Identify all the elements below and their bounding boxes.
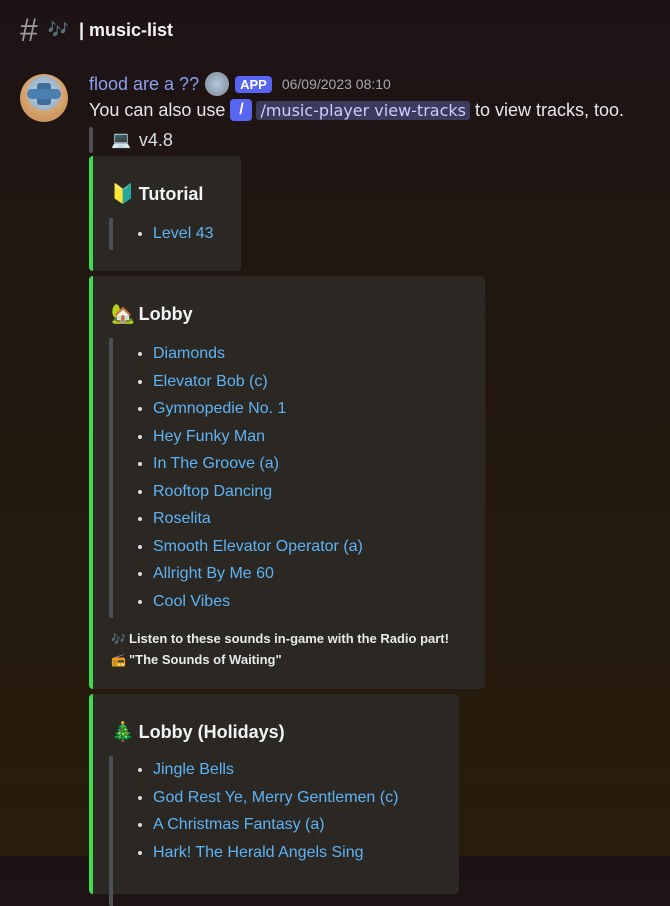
track-list: Diamonds Elevator Bob (c) Gymnopedie No.… [109, 338, 363, 618]
track-list: Jingle Bells God Rest Ye, Merry Gentleme… [109, 756, 398, 906]
track-list: Level 43 [109, 218, 214, 250]
track-link[interactable]: Roselita [153, 505, 363, 533]
embed-title-text: Lobby (Holidays) [138, 721, 285, 742]
footer-text: "The Sounds of Waiting" [129, 652, 282, 667]
embed-lobby: 🏡 Lobby Diamonds Elevator Bob (c) Gymnop… [89, 276, 485, 689]
embed-title: 🔰 Tutorial [111, 182, 203, 206]
track-link[interactable]: Smooth Elevator Operator (a) [153, 533, 363, 561]
music-notes-icon: 🎶 [47, 20, 69, 39]
version-text: v4.8 [138, 129, 173, 150]
track-link[interactable]: Jingle Bells [153, 756, 398, 784]
music-notes-icon: 🎶 [111, 632, 126, 646]
bot-avatar-icon [205, 72, 230, 96]
message-text-before: You can also use [89, 99, 226, 120]
christmas-tree-icon: 🎄 [111, 722, 135, 743]
embed-title-text: Tutorial [138, 183, 204, 204]
beginner-icon: 🔰 [111, 184, 135, 205]
laptop-icon: 💻 [111, 132, 131, 149]
hash-icon: # [20, 12, 38, 48]
track-link[interactable]: Hey Funky Man [153, 423, 363, 451]
track-link[interactable]: God Rest Ye, Merry Gentlemen (c) [153, 784, 398, 812]
embed-tutorial: 🔰 Tutorial Level 43 [89, 156, 241, 271]
message-header: flood are a ?? APP 06/09/2023 08:10 [89, 72, 391, 96]
channel-header: # 🎶 | music-list [0, 0, 670, 60]
radio-icon: 📻 [111, 653, 126, 667]
app-badge: APP [235, 75, 272, 93]
track-link[interactable]: Level 43 [153, 220, 214, 248]
username[interactable]: flood are a ?? [89, 74, 199, 95]
house-icon: 🏡 [111, 304, 135, 325]
track-link[interactable]: Gymnopedie No. 1 [153, 395, 363, 423]
embed-footer: 🎶 Listen to these sounds in-game with the… [111, 628, 449, 670]
message-text-after: to view tracks, too. [474, 99, 625, 120]
channel-name: | music-list [78, 19, 174, 40]
embed-title-text: Lobby [138, 303, 193, 324]
quote-bar [89, 127, 93, 153]
track-link[interactable]: Elevator Bob (c) [153, 368, 363, 396]
message-content: You can also use / /music-player view-tr… [89, 99, 624, 121]
track-link[interactable]: Diamonds [153, 340, 363, 368]
track-link[interactable]: Hark! The Herald Angels Sing [153, 839, 398, 867]
track-link[interactable]: Rooftop Dancing [153, 478, 363, 506]
avatar[interactable] [20, 74, 68, 122]
command-mention[interactable]: /music-player view-tracks [256, 100, 470, 120]
slash-command-icon: / [230, 99, 253, 121]
embed-title: 🏡 Lobby [111, 302, 193, 326]
timestamp: 06/09/2023 08:10 [281, 76, 391, 92]
embed-lobby-holidays: 🎄 Lobby (Holidays) Jingle Bells God Rest… [89, 694, 459, 906]
track-link[interactable]: A Christmas Fantasy (a) [153, 811, 398, 839]
version-quote: 💻 v4.8 [89, 126, 173, 154]
embed-title: 🎄 Lobby (Holidays) [111, 720, 285, 744]
track-link[interactable]: In The Groove (a) [153, 450, 363, 478]
track-link[interactable]: Allright By Me 60 [153, 560, 363, 588]
track-link[interactable]: Cool Vibes [153, 588, 363, 616]
footer-text: Listen to these sounds in-game with the … [129, 631, 449, 646]
